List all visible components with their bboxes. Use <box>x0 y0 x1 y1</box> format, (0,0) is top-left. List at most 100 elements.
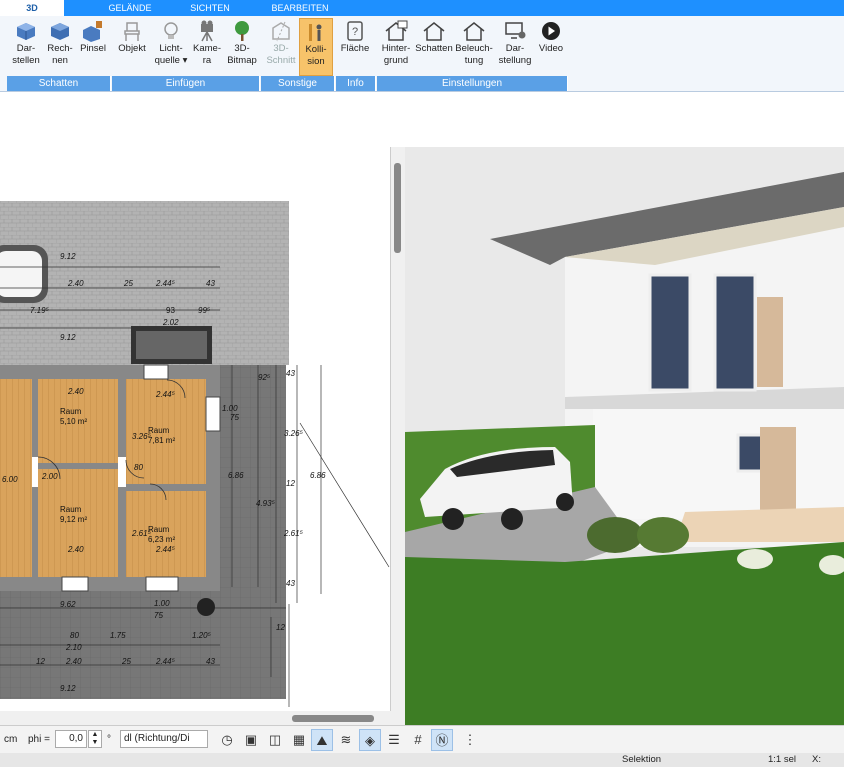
dim-label: 43 <box>206 279 215 288</box>
dim-label: 43 <box>286 369 295 378</box>
layers-icon[interactable]: ▦ <box>288 729 310 751</box>
beleuchtung-button[interactable]: Beleuch- tung <box>455 18 493 76</box>
cube-render-icon <box>51 23 69 40</box>
room-label: Raum <box>60 505 82 514</box>
3d-bitmap-button[interactable]: 3D- Bitmap <box>225 18 259 76</box>
dim-label: 2.00 <box>42 472 58 481</box>
darstellung-label-2: stellung <box>498 55 532 66</box>
area-info-icon: ? <box>347 21 363 41</box>
dim-label: 43 <box>206 657 215 666</box>
plan-vertical-scrollbar[interactable] <box>391 147 405 711</box>
more-icon[interactable]: ⋮ <box>459 729 481 751</box>
dim-label: 99⁵ <box>198 306 211 315</box>
dim-label: 7.19⁵ <box>30 306 49 315</box>
north-icon[interactable]: Ⓝ <box>431 729 453 751</box>
clock-icon[interactable]: ◷ <box>216 729 238 751</box>
group-einstellungen: Einstellungen <box>377 76 568 91</box>
svg-text:?: ? <box>352 26 358 38</box>
grid-icon[interactable]: # <box>407 729 429 751</box>
phi-input[interactable]: 0,0 <box>55 730 87 748</box>
hintergrund-button[interactable]: Hinter- grund <box>378 18 414 76</box>
rechnen-label-2: nen <box>52 55 68 66</box>
house-light-icon <box>463 22 485 41</box>
kamera-button[interactable]: Kame- ra <box>191 18 223 76</box>
3d-view[interactable] <box>405 147 844 725</box>
status-mode: Selektion <box>622 754 662 765</box>
wave-icon[interactable]: ≋ <box>335 729 357 751</box>
group-schatten: Schatten <box>7 76 111 91</box>
camera-icon <box>201 20 213 42</box>
tab-gelaende[interactable]: GELÄNDE <box>100 0 160 16</box>
stack-icon[interactable]: ☰ <box>383 729 405 751</box>
dim-label: 6.00 <box>2 475 18 484</box>
dim-label: 2.44⁵ <box>156 657 175 666</box>
darstellen-label-1: Dar- <box>16 43 36 54</box>
phi-stepper[interactable]: ▲ ▼ <box>88 730 102 748</box>
pinsel-button[interactable]: Pinsel <box>78 18 108 76</box>
darstellen-button[interactable]: Dar- stellen <box>10 18 42 76</box>
plan-horizontal-scrollbar[interactable] <box>0 711 405 725</box>
house-shadow-icon <box>423 22 445 41</box>
camera-view-icon[interactable]: ◫ <box>264 729 286 751</box>
dim-label: 12 <box>286 479 295 488</box>
room-label: Raum <box>148 525 170 534</box>
direction-select[interactable]: dl (Richtung/Di <box>120 730 208 748</box>
dim-label: 43 <box>286 579 295 588</box>
kollision-button[interactable]: Kolli- sion <box>299 18 333 76</box>
3d-bitmap-label-2: Bitmap <box>227 55 257 66</box>
status-coord: X: <box>812 754 821 765</box>
dim-label: 75 <box>154 611 163 620</box>
room-label: Raum <box>148 426 170 435</box>
lichtquelle-button[interactable]: Licht- quelle ▾ <box>154 18 188 76</box>
status-bar: Selektion 1:1 sel X: <box>0 753 844 767</box>
ribbon-tab-bar: 3D GELÄNDE SICHTEN BEARBEITEN <box>0 0 844 16</box>
monitor-icon[interactable]: ▣ <box>240 729 262 751</box>
tab-3d[interactable]: 3D <box>0 0 64 16</box>
bottom-toolbar: cm phi = 0,0 ▲ ▼ ° dl (Richtung/Di ◷ ▣ ◫ … <box>0 725 844 753</box>
beleuchtung-label-1: Beleuch- <box>455 43 493 54</box>
dim-label: 2.40 <box>66 657 82 666</box>
dim-label: 80 <box>134 463 143 472</box>
3d-schnitt-button[interactable]: 3D- Schnitt <box>264 18 298 76</box>
floor-plan-view[interactable]: 9.12 2.40 25 2.44⁵ 43 7.19⁵ 93 2.02 99⁵ … <box>0 147 391 711</box>
dim-label: 3.26⁵ <box>284 429 303 438</box>
play-icon <box>542 22 560 40</box>
dim-label: 93 <box>166 306 175 315</box>
3d-schnitt-label-2: Schnitt <box>266 55 296 66</box>
dim-label: 1.00 <box>154 599 170 608</box>
plan-labels: 9.12 2.40 25 2.44⁵ 43 7.19⁵ 93 2.02 99⁵ … <box>0 147 390 711</box>
tree-icon <box>235 21 249 41</box>
collision-icon <box>309 24 322 41</box>
paint-cube-icon <box>83 21 102 42</box>
objekt-button[interactable]: Objekt <box>116 18 148 76</box>
dim-label: 2.61⁵ <box>284 529 303 538</box>
house-background-icon <box>385 20 408 41</box>
video-label: Video <box>538 43 564 54</box>
terrain-icon[interactable]: ⛰ <box>311 729 333 751</box>
room-label: Raum <box>60 407 82 416</box>
pinsel-label: Pinsel <box>80 43 106 54</box>
darstellung-button[interactable]: Dar- stellung <box>495 18 535 76</box>
tab-sichten[interactable]: SICHTEN <box>180 0 240 16</box>
cube-icon <box>17 23 35 40</box>
dim-label: 3.26⁵ <box>132 432 151 441</box>
3d-bitmap-label-1: 3D- <box>234 43 250 54</box>
flaeche-button[interactable]: ? Fläche <box>338 18 372 76</box>
dim-label: 80 <box>70 631 79 640</box>
schatten-button[interactable]: Schatten <box>414 18 454 76</box>
dim-label: 1.20⁵ <box>192 631 211 640</box>
video-button[interactable]: Video <box>536 18 566 76</box>
scroll-thumb[interactable] <box>292 715 374 722</box>
plane-icon[interactable]: ◈ <box>359 729 381 751</box>
scroll-thumb[interactable] <box>394 163 401 253</box>
schatten-label: Schatten <box>415 43 453 54</box>
tab-bearbeiten[interactable]: BEARBEITEN <box>265 0 335 16</box>
room-area: 9,12 m² <box>60 515 88 524</box>
dim-label: 2.40 <box>68 279 84 288</box>
status-scale: 1:1 sel <box>768 754 796 765</box>
dim-label: 12 <box>36 657 45 666</box>
dim-label: 75 <box>230 413 239 422</box>
dim-label: 12 <box>276 623 285 632</box>
dim-label: 6.86 <box>228 471 244 480</box>
rechnen-button[interactable]: Rech- nen <box>44 18 76 76</box>
